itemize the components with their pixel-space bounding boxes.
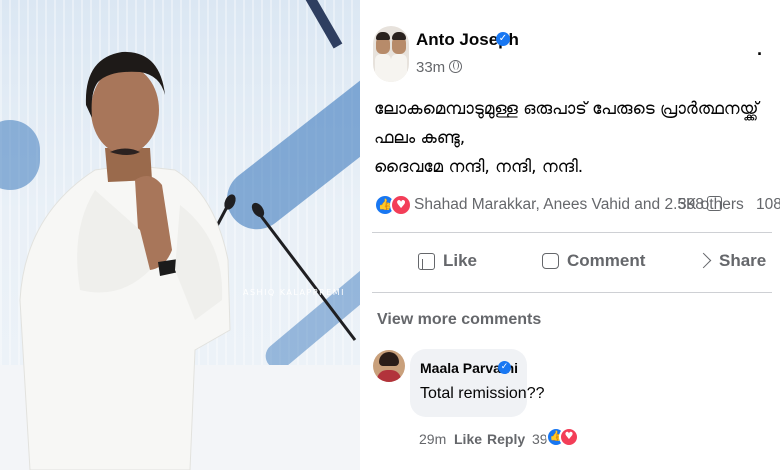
heart-icon: ♥ xyxy=(559,427,579,447)
like-button[interactable]: Like xyxy=(418,251,477,271)
more-options-icon[interactable]: · xyxy=(757,44,764,65)
white-shirt xyxy=(19,164,231,470)
share-arrow-icon xyxy=(695,253,711,269)
like-label: Like xyxy=(443,251,478,270)
comment-text: Total remission?? xyxy=(420,385,545,402)
comment-bubble-icon xyxy=(707,196,722,211)
event-photo: ASHIQ KALAPPREMI xyxy=(0,0,360,470)
post-text-line: ഫലം കണ്ടു, xyxy=(374,128,466,148)
post-time[interactable]: 33m xyxy=(416,59,445,76)
divider xyxy=(372,232,772,233)
microphone-stand xyxy=(256,211,357,341)
view-more-comments-link[interactable]: View more comments xyxy=(377,311,541,329)
reaction-icons[interactable]: 👍 ♥ xyxy=(374,194,412,218)
thumbs-up-icon xyxy=(418,252,435,270)
facebook-post: Anto Joseph ✓ 33m · ലോകമെമ്പാടുമുള്ള ഒരു… xyxy=(362,0,780,470)
share-label: Share xyxy=(719,251,767,270)
author-avatar[interactable] xyxy=(373,26,409,82)
share-count[interactable]: 108 xyxy=(756,196,780,214)
microphone-head xyxy=(251,202,265,218)
person-illustration xyxy=(19,51,357,470)
comment-time[interactable]: 29m xyxy=(419,431,446,447)
comment-count[interactable]: 398 xyxy=(678,196,704,214)
comment-label: Comment xyxy=(567,251,646,270)
share-button[interactable]: Share xyxy=(695,251,766,271)
verified-badge-icon: ✓ xyxy=(498,361,511,374)
commenter-avatar[interactable] xyxy=(373,350,405,382)
comment-like-button[interactable]: Like xyxy=(454,431,482,447)
comment-bubble-icon xyxy=(542,253,559,269)
post-text-line: ദൈവമേ നന്ദി, നന്ദി, നന്ദി. xyxy=(374,157,584,177)
divider xyxy=(372,292,772,293)
verified-badge-icon: ✓ xyxy=(496,32,510,46)
heart-icon: ♥ xyxy=(390,194,412,216)
comment-reply-button[interactable]: Reply xyxy=(487,431,525,447)
photo-credit: ASHIQ KALAPPREMI xyxy=(243,288,345,297)
comment-button[interactable]: Comment xyxy=(542,251,645,271)
post-text: ലോകമെമ്പാടുമുള്ള ഒരുപാട് പേരുടെ പ്രാർത്ഥ… xyxy=(374,95,774,182)
post-text-line: ലോകമെമ്പാടുമുള്ള ഒരുപാട് പേരുടെ പ്രാർത്ഥ… xyxy=(374,99,759,119)
globe-icon xyxy=(449,60,462,73)
